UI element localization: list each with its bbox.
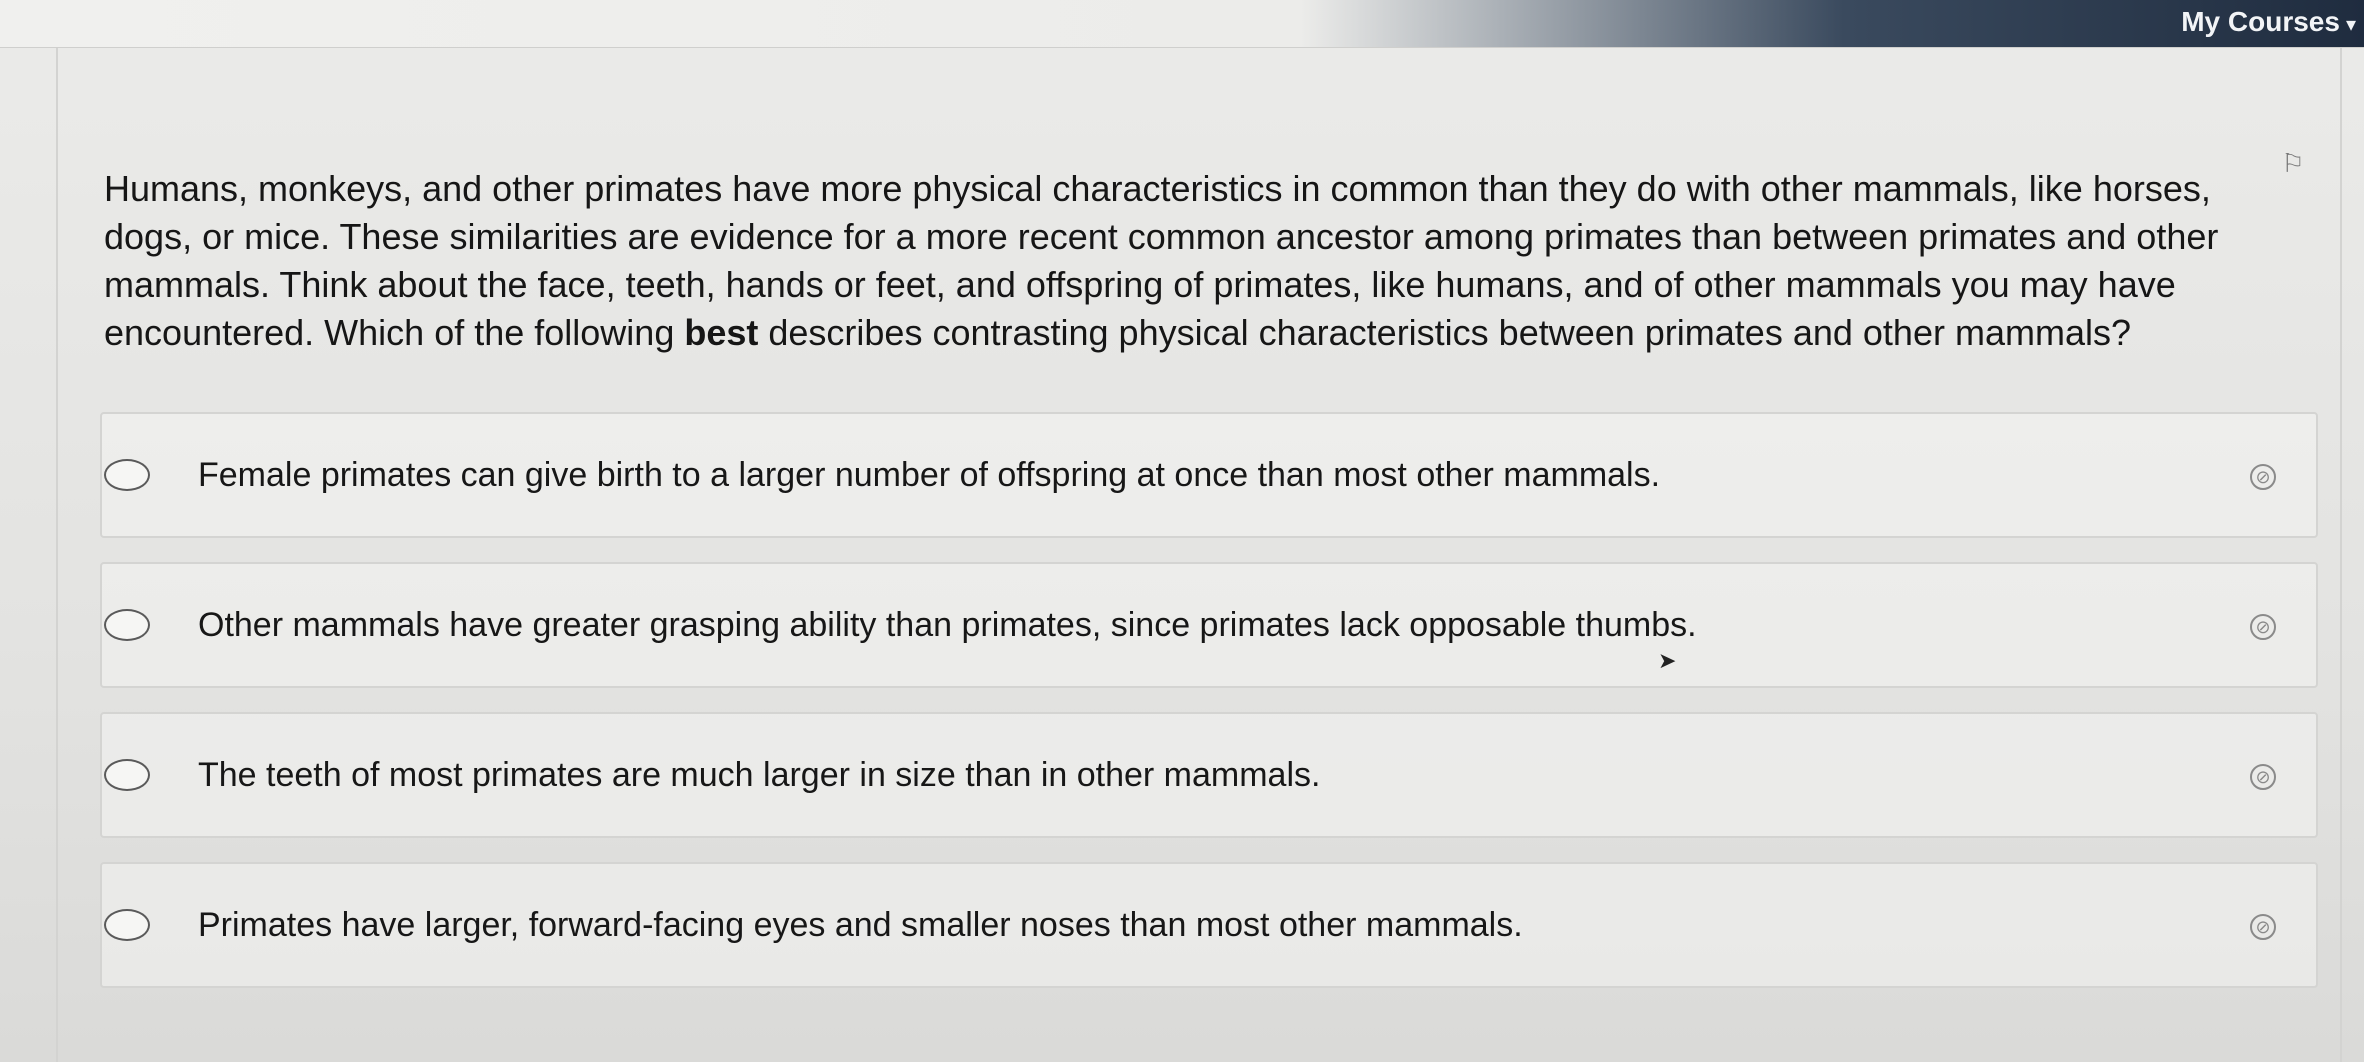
answer-choice-label: Other mammals have greater grasping abil… xyxy=(198,605,1697,644)
strikethrough-icon[interactable]: ⊘ xyxy=(2250,914,2276,940)
my-courses-label: My Courses xyxy=(2181,6,2340,37)
answer-choice-label: Female primates can give birth to a larg… xyxy=(198,455,1661,494)
strikethrough-icon[interactable]: ⊘ xyxy=(2250,764,2276,790)
answer-choice-2[interactable]: Other mammals have greater grasping abil… xyxy=(100,562,2318,688)
answer-choices: Female primates can give birth to a larg… xyxy=(100,412,2318,1012)
top-nav-bar: My Courses ▾ xyxy=(0,0,2364,48)
content-left-border xyxy=(56,48,58,1062)
strikethrough-icon[interactable]: ⊘ xyxy=(2250,614,2276,640)
radio-button[interactable] xyxy=(104,459,150,491)
radio-button[interactable] xyxy=(104,609,150,641)
flag-icon[interactable]: ⚐ xyxy=(2278,148,2308,178)
assessment-page: My Courses ▾ ⚐ Humans, monkeys, and other… xyxy=(0,0,2364,1062)
answer-choice-4[interactable]: Primates have larger, forward-facing eye… xyxy=(100,862,2318,988)
question-text-part-2: describes contrasting physical character… xyxy=(758,312,2131,353)
content-right-border xyxy=(2340,48,2342,1062)
my-courses-menu[interactable]: My Courses ▾ xyxy=(2181,6,2356,38)
answer-choice-3[interactable]: The teeth of most primates are much larg… xyxy=(100,712,2318,838)
radio-button[interactable] xyxy=(104,759,150,791)
radio-button[interactable] xyxy=(104,909,150,941)
answer-choice-1[interactable]: Female primates can give birth to a larg… xyxy=(100,412,2318,538)
question-stem: Humans, monkeys, and other primates have… xyxy=(104,165,2274,357)
chevron-down-icon: ▾ xyxy=(2345,14,2356,36)
answer-choice-label: The teeth of most primates are much larg… xyxy=(198,755,1321,794)
question-bold-word: best xyxy=(684,312,759,353)
mouse-cursor-icon: ➤ xyxy=(1658,648,1677,673)
strikethrough-icon[interactable]: ⊘ xyxy=(2250,464,2276,490)
answer-choice-label: Primates have larger, forward-facing eye… xyxy=(198,905,1523,944)
